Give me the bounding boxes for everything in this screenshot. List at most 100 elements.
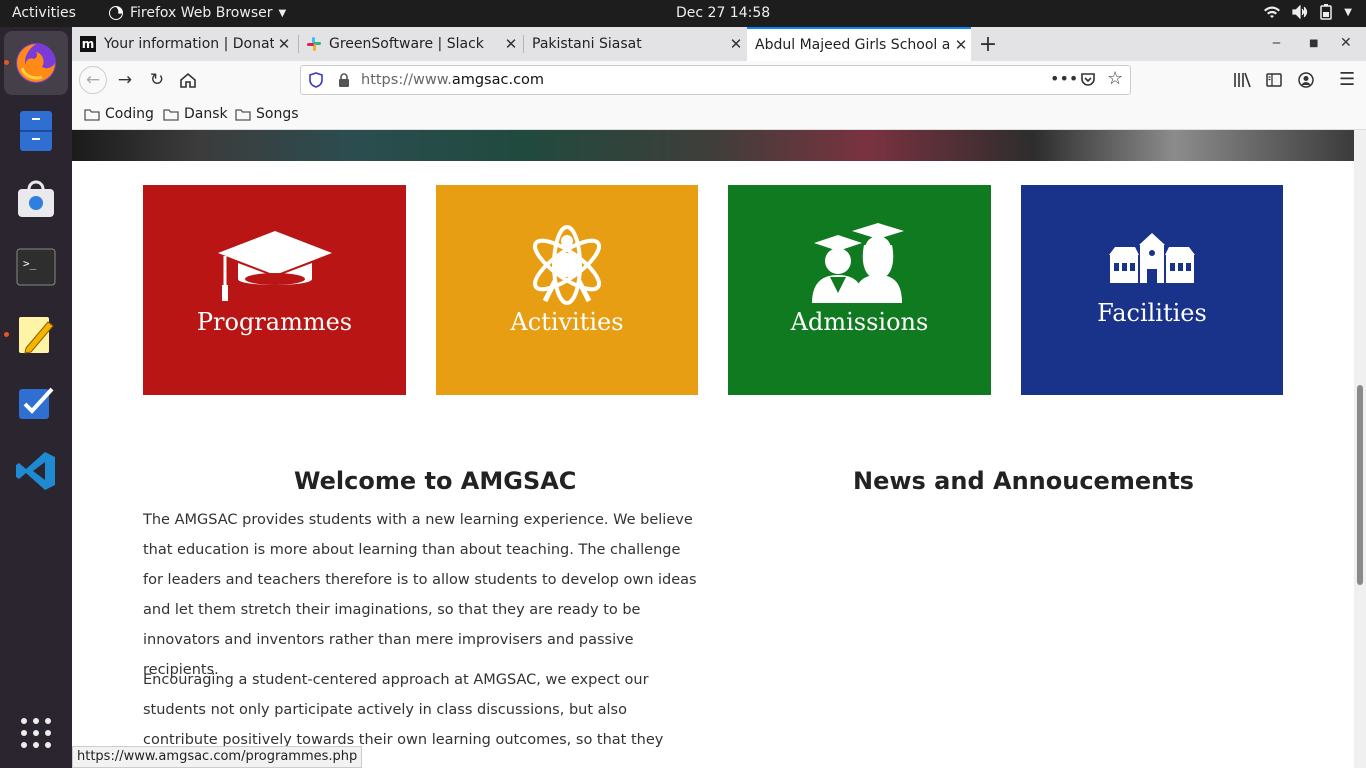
- app-menu[interactable]: Firefox Web Browser ▼: [108, 5, 286, 21]
- terminal-icon: >_: [16, 248, 56, 286]
- file-cabinet-icon: [20, 111, 52, 151]
- tab-amgsac[interactable]: Abdul Majeed Girls School a ✕: [747, 27, 971, 61]
- folder-icon: [235, 108, 251, 121]
- tile-label: Programmes: [196, 308, 353, 336]
- dock-terminal[interactable]: >_: [4, 235, 68, 299]
- link-status-bar: https://www.amgsac.com/programmes.php: [72, 746, 363, 768]
- bookmark-folder-coding[interactable]: Coding: [84, 106, 154, 122]
- firefox-app-icon: [109, 6, 123, 20]
- maximize-button[interactable]: ■: [1309, 38, 1318, 49]
- app-menu-label: Firefox Web Browser: [130, 5, 273, 21]
- close-window-button[interactable]: ✕: [1340, 35, 1352, 51]
- url-text: https://www.amgsac.com: [361, 72, 544, 88]
- folder-icon: [163, 108, 179, 121]
- tile-programmes[interactable]: Programmes: [143, 185, 406, 395]
- tab-slack[interactable]: GreenSoftware | Slack ✕: [299, 27, 521, 61]
- atom-activities-icon: [532, 225, 602, 305]
- graduates-icon: [811, 223, 904, 303]
- battery-icon: [1320, 4, 1333, 20]
- sidebar-icon[interactable]: [1266, 73, 1282, 87]
- tab-title: Abdul Majeed Girls School a: [755, 37, 951, 53]
- bookmark-label: Coding: [105, 106, 154, 122]
- app-grid-icon: [21, 718, 51, 748]
- scrollbar-thumb[interactable]: [1357, 385, 1363, 585]
- clock[interactable]: Dec 27 14:58: [676, 5, 770, 21]
- activities-button[interactable]: Activities: [12, 5, 76, 21]
- bookmark-folder-songs[interactable]: Songs: [235, 106, 299, 122]
- tile-activities[interactable]: Activities: [436, 185, 698, 395]
- system-top-bar: Activities Firefox Web Browser ▼ Dec 27 …: [0, 0, 1366, 27]
- running-indicator: [4, 60, 9, 65]
- bookmarks-toolbar: Coding Dansk Songs: [72, 99, 1366, 130]
- home-button[interactable]: [175, 67, 201, 93]
- tab-donate[interactable]: m Your information | Donat ✕: [72, 27, 294, 61]
- home-icon: [180, 72, 196, 88]
- tile-facilities[interactable]: Facilities: [1021, 185, 1283, 395]
- tile-label: Activities: [510, 308, 624, 336]
- tile-label: Admissions: [790, 308, 929, 336]
- reload-button[interactable]: ↻: [144, 67, 170, 93]
- m-favicon-icon: m: [80, 36, 96, 52]
- bookmark-label: Songs: [256, 106, 299, 122]
- welcome-heading: Welcome to AMGSAC: [294, 467, 577, 495]
- dock-show-apps[interactable]: [4, 701, 68, 765]
- bookmark-star-icon[interactable]: ☆: [1107, 68, 1123, 89]
- vscode-icon: [16, 452, 55, 490]
- pocket-icon[interactable]: [1080, 72, 1096, 88]
- bookmark-label: Dansk: [184, 106, 228, 122]
- tab-title: GreenSoftware | Slack: [329, 36, 484, 52]
- school-building-icon: [1109, 233, 1195, 283]
- dock-vscode[interactable]: [4, 439, 68, 503]
- checkmark-icon: [19, 387, 54, 419]
- chevron-down-icon: ▼: [278, 7, 287, 19]
- page-scrollbar[interactable]: [1354, 130, 1366, 768]
- hamburger-menu-icon[interactable]: ☰: [1339, 69, 1355, 90]
- back-button[interactable]: ←: [79, 66, 107, 94]
- pencil-notepad-icon: [19, 317, 54, 354]
- dock-software[interactable]: [4, 167, 68, 231]
- shopping-bag-icon: [18, 180, 54, 217]
- dock-tasks[interactable]: [4, 371, 68, 435]
- close-icon[interactable]: ✕: [274, 35, 294, 53]
- library-icon[interactable]: [1233, 72, 1251, 88]
- new-tab-button[interactable]: +: [975, 31, 1001, 57]
- account-icon[interactable]: [1298, 72, 1314, 88]
- firefox-icon: [16, 43, 56, 83]
- minimize-button[interactable]: ‒: [1272, 35, 1281, 51]
- url-bar[interactable]: https://www.amgsac.com ••• ☆: [300, 65, 1131, 95]
- chevron-down-icon: ▼: [1344, 6, 1352, 18]
- graduation-cap-icon: [217, 231, 332, 301]
- wifi-icon: [1264, 6, 1281, 18]
- tab-title: Your information | Donat: [104, 36, 274, 52]
- system-tray[interactable]: ▼: [1264, 4, 1352, 20]
- lock-icon[interactable]: [338, 73, 350, 87]
- tab-title: Pakistani Siasat: [532, 36, 642, 52]
- hero-image: [72, 130, 1354, 161]
- dock: >_: [0, 27, 72, 768]
- tab-pakistani-siasat[interactable]: Pakistani Siasat ✕: [524, 27, 746, 61]
- volume-icon: [1292, 5, 1308, 19]
- tile-label: Facilities: [1097, 299, 1207, 327]
- close-icon[interactable]: ✕: [501, 35, 521, 53]
- web-page: Programmes Activities Admissions Facilit…: [72, 130, 1354, 768]
- running-indicator: [4, 332, 9, 337]
- dock-firefox[interactable]: [4, 31, 68, 95]
- shield-icon[interactable]: [309, 72, 323, 88]
- close-icon[interactable]: ✕: [951, 36, 971, 54]
- page-actions-icon[interactable]: •••: [1050, 69, 1078, 88]
- close-icon[interactable]: ✕: [726, 35, 746, 53]
- slack-icon: [307, 37, 321, 51]
- tab-bar: m Your information | Donat ✕ GreenSoftwa…: [72, 27, 1366, 61]
- bookmark-folder-dansk[interactable]: Dansk: [163, 106, 228, 122]
- dock-text-editor[interactable]: [4, 303, 68, 367]
- url-domain: amgsac.com: [451, 72, 545, 88]
- tile-admissions[interactable]: Admissions: [728, 185, 991, 395]
- forward-button[interactable]: →: [112, 67, 138, 93]
- news-heading: News and Annoucements: [853, 467, 1194, 495]
- welcome-paragraph-1: The AMGSAC provides students with a new …: [143, 512, 697, 678]
- url-prefix: https://www.: [361, 72, 452, 88]
- dock-files[interactable]: [4, 99, 68, 163]
- navigation-toolbar: ← → ↻ https://www.amgsac.com ••• ☆ ☰: [72, 61, 1366, 99]
- folder-icon: [84, 108, 100, 121]
- svg-text:>_: >_: [23, 257, 37, 270]
